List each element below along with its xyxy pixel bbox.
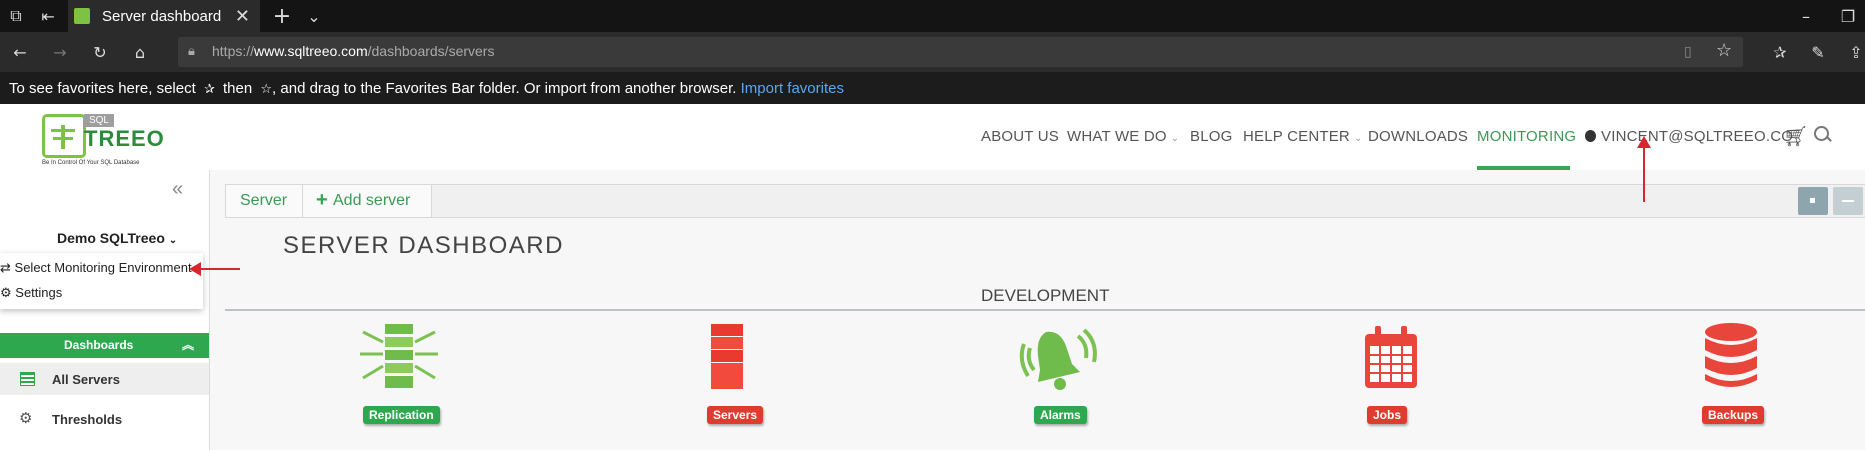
gear-icon: ⚙ (0, 286, 12, 301)
dashboard-toolbar: Server + Add server (225, 184, 1865, 218)
replication-icon (360, 324, 438, 388)
new-tab-icon[interactable]: + (268, 2, 296, 30)
site-favicon-icon (74, 8, 90, 24)
site-header: SQL TREEO Be In Control Of Your SQL Data… (0, 104, 1865, 171)
lock-icon: 🔒︎ (188, 44, 195, 59)
group-divider (225, 309, 1865, 311)
nav-monitoring[interactable]: MONITORING (1477, 128, 1576, 145)
bell-icon (1019, 328, 1097, 390)
browser-tab-bar: ⧉ ⇤ Server dashboard ✕ + ⌄ – ❐ (0, 0, 1865, 32)
menu-item-select-environment[interactable]: ⇄ Select Monitoring Environment (0, 260, 192, 276)
favorites-hub-icon[interactable]: ✰ (1766, 38, 1794, 66)
nav-what-we-do[interactable]: WHAT WE DO ⌄ (1067, 128, 1179, 145)
logo-tagline: Be In Control Of Your SQL Database (42, 160, 140, 166)
add-server-button[interactable]: + Add server (303, 185, 432, 217)
nav-downloads[interactable]: DOWNLOADS (1368, 128, 1468, 145)
tile-label-jobs: Jobs (1367, 406, 1408, 424)
switch-icon: ⇄ (0, 261, 11, 276)
annotation-arrowhead-left (189, 262, 201, 276)
tile-label-replication: Replication (363, 406, 440, 424)
reading-view-icon[interactable]: ▯ (1684, 43, 1692, 60)
square-icon (1810, 198, 1815, 203)
tile-backups[interactable]: Backups (1693, 322, 1793, 426)
gears-icon: ⚙ (19, 409, 33, 427)
star-icon: ☆ (260, 82, 273, 97)
menu-item-settings[interactable]: ⚙ Settings (0, 285, 62, 301)
dashboards-section-header[interactable]: Dashboards ︽ (0, 333, 209, 358)
annotation-arrow-left (198, 268, 240, 270)
favorite-star-icon[interactable]: ☆ (1716, 40, 1732, 61)
annotation-arrow-up (1643, 146, 1645, 202)
view-option-button-1[interactable] (1798, 187, 1828, 215)
environment-dropdown-menu: ⇄ Select Monitoring Environment ⚙ Settin… (0, 253, 203, 309)
url-text: https://www.sqltreeo.com/dashboards/serv… (212, 43, 495, 59)
forward-icon[interactable]: → (46, 38, 74, 66)
group-title-development: DEVELOPMENT (981, 286, 1110, 305)
environment-selector[interactable]: Demo SQLTreeo ⌄ (57, 230, 177, 246)
nav-blog[interactable]: BLOG (1190, 128, 1232, 145)
user-icon (1585, 130, 1596, 142)
database-icon (1705, 323, 1757, 387)
collapse-sidebar-icon[interactable]: « (172, 178, 183, 201)
nav-help-center[interactable]: HELP CENTER ⌄ (1243, 128, 1363, 145)
favorites-bar: To see favorites here, select ✰ then ☆, … (0, 72, 1865, 104)
annotation-arrowhead-up (1637, 136, 1651, 148)
address-bar[interactable]: 🔒︎ https://www.sqltreeo.com/dashboards/s… (178, 37, 1743, 67)
sidebar-item-thresholds[interactable]: ⚙ Thresholds (0, 403, 209, 435)
page-title: SERVER DASHBOARD (283, 232, 564, 259)
favorites-hint-text-2: then (223, 80, 253, 97)
share-icon[interactable]: ⇪ (1842, 38, 1865, 66)
minus-icon (1842, 200, 1854, 202)
tile-jobs[interactable]: Jobs (1362, 322, 1462, 426)
tab-title: Server dashboard (102, 7, 222, 25)
nav-user-account[interactable]: VINCENT@SQLTREEO.CO (1585, 128, 1793, 145)
chevron-down-icon[interactable]: ⌄ (300, 2, 328, 30)
tile-label-servers: Servers (707, 406, 764, 424)
sqltreeo-logo[interactable]: SQL TREEO Be In Control Of Your SQL Data… (42, 114, 164, 168)
minimize-icon[interactable]: – (1792, 2, 1820, 30)
server-tab[interactable]: Server (226, 185, 303, 217)
cart-icon[interactable]: 🛒︎ (1783, 124, 1808, 148)
set-tabs-aside-icon[interactable]: ⇤ (34, 2, 62, 30)
plus-icon: + (316, 189, 328, 211)
tile-alarms[interactable]: Alarms (1016, 322, 1116, 426)
chevron-down-icon: ⌄ (168, 235, 178, 246)
favorites-hub-icon: ✰ (203, 82, 215, 97)
import-favorites-link[interactable]: Import favorites (741, 80, 844, 97)
chevron-up-icon: ︽ (182, 338, 195, 352)
chevron-down-icon: ⌄ (1170, 133, 1180, 144)
server-rack-icon (711, 324, 743, 389)
refresh-icon[interactable]: ↻ (86, 38, 114, 66)
tile-label-alarms: Alarms (1034, 406, 1087, 424)
sidebar-item-all-servers[interactable]: All Servers (0, 363, 209, 395)
nav-about-us[interactable]: ABOUT US (981, 128, 1059, 145)
tile-label-backups: Backups (1702, 406, 1765, 424)
sidebar: « Demo SQLTreeo ⌄ ⇄ Select Monitoring En… (0, 170, 210, 450)
chevron-down-icon: ⌄ (1353, 133, 1363, 144)
tile-servers[interactable]: Servers (685, 322, 785, 426)
restore-window-icon[interactable]: ❐ (1834, 2, 1862, 30)
server-list-icon (20, 372, 35, 386)
logo-name: TREEO (84, 126, 165, 151)
browser-tab[interactable]: Server dashboard ✕ (68, 0, 260, 32)
close-tab-icon[interactable]: ✕ (235, 6, 250, 27)
pen-icon[interactable]: ✎ (1804, 38, 1832, 66)
favorites-hint-text-3: , and drag to the Favorites Bar folder. … (272, 80, 737, 97)
home-icon[interactable]: ⌂ (126, 38, 154, 66)
tab-actions-icon[interactable]: ⧉ (2, 2, 30, 30)
tree-logo-icon (42, 114, 86, 158)
main-content: Server + Add server SERVER DASHBOARD DEV… (210, 170, 1865, 450)
address-row: ← → ↻ ⌂ 🔒︎ https://www.sqltreeo.com/dash… (0, 32, 1865, 72)
view-option-button-2[interactable] (1833, 187, 1863, 215)
calendar-icon (1365, 326, 1417, 388)
favorites-hint-text-1: To see favorites here, select (9, 80, 196, 97)
back-icon[interactable]: ← (6, 38, 34, 66)
tile-replication[interactable]: Replication (348, 322, 448, 426)
